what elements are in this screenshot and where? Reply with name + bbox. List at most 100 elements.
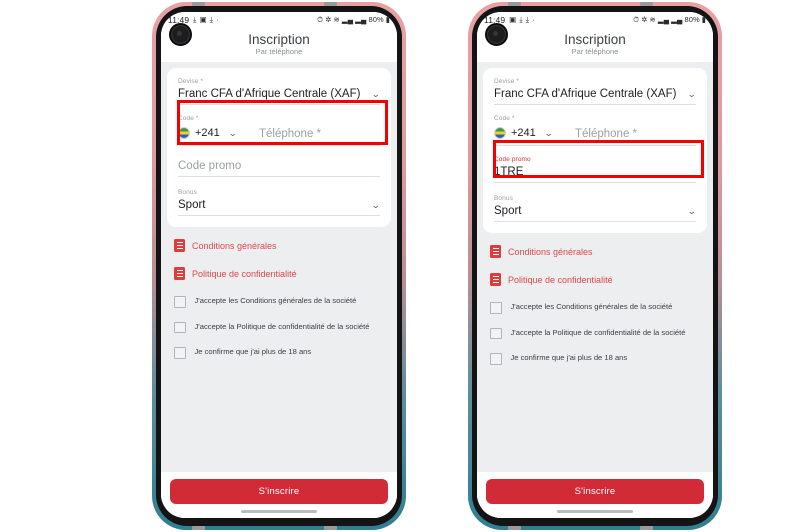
phone-number-placeholder: Téléphone *: [259, 128, 322, 140]
app-header: ↶ Inscription Par téléphone: [161, 23, 397, 62]
chevron-down-icon[interactable]: ⌄: [688, 206, 697, 217]
bonus-value: Sport: [178, 199, 206, 211]
checkbox-terms[interactable]: [490, 302, 502, 314]
status-bar: 11:49 ▣ ⤓ ⤓ · ⏱ ✲ ≋ ▂▄ ▂▄ 80% ▮: [477, 12, 713, 27]
dial-code-value: +241: [511, 127, 536, 139]
checkbox-row-terms[interactable]: J'accepte les Conditions générales de la…: [490, 301, 700, 314]
link-terms[interactable]: Conditions générales: [174, 239, 384, 252]
currency-label: Devise *: [178, 78, 204, 85]
page-body: Devise * Franc CFA d'Afrique Centrale (X…: [477, 62, 713, 472]
page-subtitle: Par téléphone: [571, 47, 619, 56]
status-right-icons: ⏱ ✲ ≋ ▂▄ ▂▄ 80% ▮: [317, 15, 390, 24]
chevron-down-icon[interactable]: ⌄: [688, 89, 697, 100]
battery-icon: ▮: [701, 14, 706, 24]
dot-icon: ·: [532, 14, 535, 24]
phone-side-button: [508, 526, 521, 530]
dot-icon: ·: [216, 14, 219, 24]
code-field[interactable]: Code * +241 ⌄ Téléphone *: [494, 114, 696, 146]
checkbox-terms[interactable]: [174, 296, 186, 308]
checkbox-terms-label: J'accepte les Conditions générales de la…: [194, 296, 357, 305]
country-code-selector[interactable]: +241 ⌄: [494, 127, 564, 139]
wifi-icon: ≋: [649, 14, 656, 24]
gabon-flag-icon: [494, 127, 506, 139]
phone-side-button: [640, 526, 653, 530]
promo-code-field[interactable]: Code promo 1TRE: [494, 155, 696, 183]
currency-value: Franc CFA d'Afrique Centrale (XAF): [494, 88, 677, 100]
submit-button[interactable]: S'inscrire: [170, 479, 388, 504]
status-left-icons: ⤓ ▣ ⤓ ·: [193, 16, 219, 24]
link-privacy[interactable]: Politique de confidentialité: [174, 267, 384, 280]
battery-label: 80%: [684, 15, 700, 24]
document-icon: [490, 273, 501, 286]
chevron-down-icon[interactable]: ⌄: [544, 128, 553, 139]
battery-label: 80%: [368, 15, 384, 24]
checkbox-row-age[interactable]: Je confirme que j'ai plus de 18 ans: [174, 346, 384, 359]
page-body: Devise * Franc CFA d'Afrique Centrale (X…: [161, 62, 397, 472]
chevron-down-icon[interactable]: ⌄: [372, 89, 381, 100]
checkbox-terms-label: J'accepte les Conditions générales de la…: [510, 302, 673, 311]
code-label: Code *: [178, 115, 199, 122]
bonus-field[interactable]: Bonus Sport ⌄: [178, 188, 381, 216]
bluetooth-icon: ✲: [641, 14, 648, 24]
home-indicator[interactable]: [241, 510, 317, 513]
signal-icon: ▂▄: [671, 14, 683, 24]
download-icon: ⤓: [193, 14, 197, 24]
checkbox-privacy-label: J'accepte la Politique de confidentialit…: [510, 327, 686, 337]
document-icon: [174, 239, 185, 252]
chevron-down-icon[interactable]: ⌄: [372, 200, 381, 211]
code-field[interactable]: Code * +241 ⌄ Téléphone *: [178, 114, 380, 146]
bonus-field[interactable]: Bonus Sport ⌄: [494, 194, 697, 222]
chevron-down-icon[interactable]: ⌄: [228, 128, 237, 139]
currency-value: Franc CFA d'Afrique Centrale (XAF): [178, 88, 361, 100]
checkbox-privacy[interactable]: [490, 327, 502, 339]
front-camera-punch-hole: [485, 23, 508, 46]
footer-bar: S'inscrire: [477, 472, 713, 518]
registration-form-card: Devise * Franc CFA d'Afrique Centrale (X…: [167, 68, 391, 227]
link-privacy-label: Politique de confidentialité: [508, 274, 613, 285]
home-indicator[interactable]: [557, 510, 633, 513]
screenshot-stage: 11:49 ⤓ ▣ ⤓ · ⏱ ✲ ≋ ▂▄ ▂▄ 80% ▮ Inscript…: [0, 0, 808, 532]
download-icon: ⤓: [209, 14, 214, 24]
currency-field[interactable]: Devise * Franc CFA d'Afrique Centrale (X…: [178, 77, 381, 105]
checkbox-privacy[interactable]: [174, 321, 186, 333]
checkbox-age[interactable]: [490, 353, 502, 365]
phone-number-input[interactable]: Téléphone *: [248, 124, 380, 142]
front-camera-punch-hole: [169, 23, 192, 46]
signal-icon: ▂▄: [341, 14, 354, 24]
alarm-icon: ⏱: [633, 14, 640, 24]
phone-number-placeholder: Téléphone *: [575, 128, 638, 140]
checkbox-row-age[interactable]: Je confirme que j'ai plus de 18 ans: [490, 352, 700, 365]
code-label: Code *: [494, 115, 515, 122]
checkbox-row-terms[interactable]: J'accepte les Conditions générales de la…: [174, 295, 384, 308]
link-privacy-label: Politique de confidentialité: [192, 268, 297, 279]
checkbox-row-privacy[interactable]: J'accepte la Politique de confidentialit…: [490, 327, 700, 339]
consent-checkboxes: J'accepte les Conditions générales de la…: [477, 301, 713, 365]
link-privacy[interactable]: Politique de confidentialité: [490, 273, 700, 286]
signal-icon: ▂▄: [657, 14, 670, 24]
page-title: Inscription: [248, 32, 310, 47]
photo-icon: ▣: [199, 14, 207, 24]
app-header: ↶ Inscription Par téléphone: [477, 23, 713, 62]
gabon-flag-icon: [178, 127, 190, 139]
download-icon: ⤓: [525, 14, 530, 24]
phone-left: 11:49 ⤓ ▣ ⤓ · ⏱ ✲ ≋ ▂▄ ▂▄ 80% ▮ Inscript…: [152, 2, 406, 530]
phone-number-input[interactable]: Téléphone *: [564, 124, 696, 142]
download-icon: ⤓: [519, 14, 523, 24]
phone-side-button: [192, 526, 205, 530]
country-code-selector[interactable]: +241 ⌄: [178, 127, 248, 139]
checkbox-row-privacy[interactable]: J'accepte la Politique de confidentialit…: [174, 321, 384, 333]
checkbox-age[interactable]: [174, 347, 186, 359]
photo-icon: ▣: [509, 14, 517, 24]
link-terms-label: Conditions générales: [508, 246, 593, 257]
currency-field[interactable]: Devise * Franc CFA d'Afrique Centrale (X…: [494, 77, 697, 105]
battery-icon: ▮: [385, 14, 390, 24]
bonus-label: Bonus: [494, 195, 513, 202]
document-icon: [174, 267, 185, 280]
phone-side-button: [324, 526, 337, 530]
promo-code-field[interactable]: Code promo: [178, 159, 380, 177]
submit-button[interactable]: S'inscrire: [486, 479, 704, 504]
page-subtitle: Par téléphone: [255, 47, 303, 56]
status-bar: 11:49 ⤓ ▣ ⤓ · ⏱ ✲ ≋ ▂▄ ▂▄ 80% ▮: [161, 12, 397, 27]
link-terms[interactable]: Conditions générales: [490, 245, 700, 258]
status-right-icons: ⏱ ✲ ≋ ▂▄ ▂▄ 80% ▮: [633, 15, 706, 24]
